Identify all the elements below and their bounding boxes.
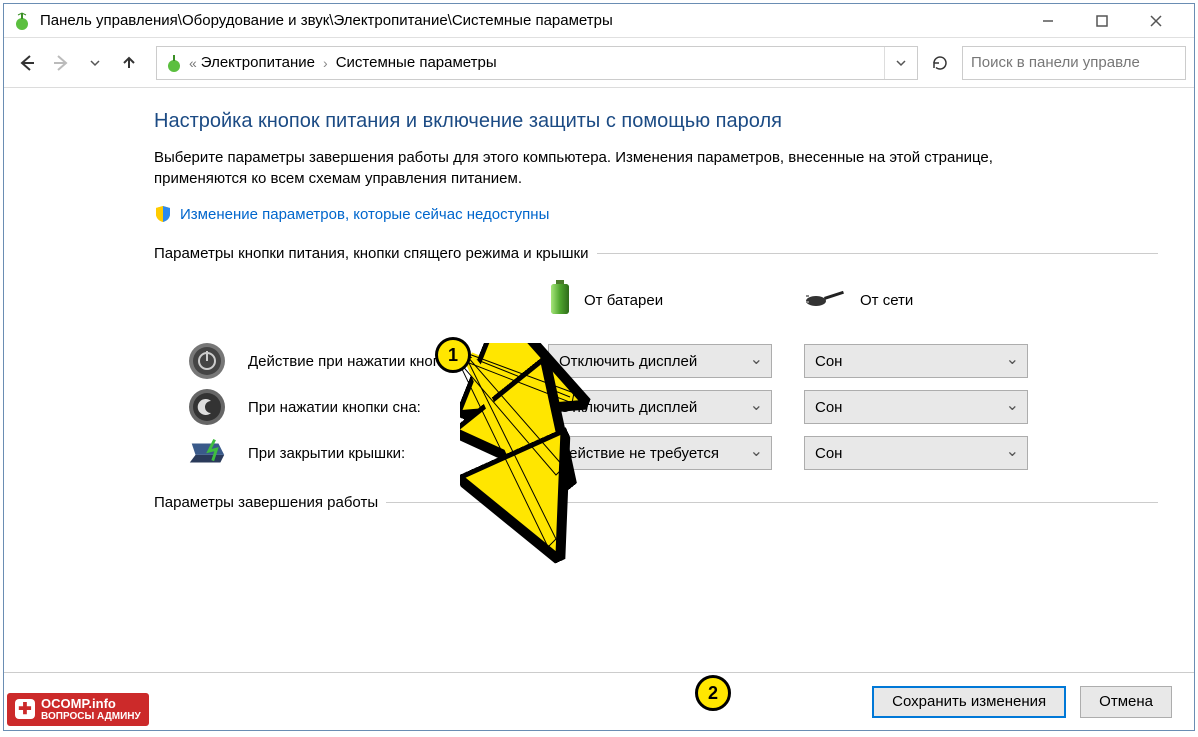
admin-settings-link[interactable]: Изменение параметров, которые сейчас нед…	[154, 205, 1158, 223]
cancel-button[interactable]: Отмена	[1080, 686, 1172, 718]
refresh-button[interactable]	[924, 47, 956, 79]
search-input[interactable]: Поиск в панели управле	[962, 46, 1186, 80]
breadcrumb-item[interactable]: Электропитание	[201, 54, 315, 71]
save-button[interactable]: Сохранить изменения	[872, 686, 1066, 718]
annotation-arrow	[460, 343, 620, 583]
minimize-button[interactable]	[1030, 7, 1066, 35]
maximize-button[interactable]	[1084, 7, 1120, 35]
sleep-ac-combo[interactable]: Сон	[804, 390, 1028, 424]
chevron-right-icon: ›	[315, 55, 336, 71]
page-description: Выберите параметры завершения работы для…	[154, 147, 1074, 189]
power-ac-combo[interactable]: Сон	[804, 344, 1028, 378]
breadcrumb-prev-icon: «	[189, 55, 197, 71]
annotation-badge-2: 2	[695, 675, 731, 711]
history-dropdown[interactable]	[78, 46, 112, 80]
window-title: Панель управления\Оборудование и звук\Эл…	[40, 12, 613, 29]
lid-ac-combo[interactable]: Сон	[804, 436, 1028, 470]
breadcrumb-icon	[163, 52, 185, 74]
admin-link-text: Изменение параметров, которые сейчас нед…	[180, 206, 549, 223]
plus-icon: ✚	[15, 699, 35, 719]
close-button[interactable]	[1138, 7, 1174, 35]
forward-button[interactable]	[44, 46, 78, 80]
section-title: Параметры кнопки питания, кнопки спящего…	[154, 245, 589, 262]
plug-icon	[804, 287, 848, 313]
column-ac: От сети	[804, 287, 1060, 331]
shield-icon	[154, 205, 172, 223]
section-title-2: Параметры завершения работы	[154, 494, 378, 511]
breadcrumb-item[interactable]: Системные параметры	[336, 54, 497, 71]
column-battery: От батареи	[548, 280, 804, 338]
app-icon	[12, 11, 32, 31]
power-button-icon	[186, 340, 228, 382]
battery-icon	[548, 280, 572, 320]
breadcrumb-dropdown[interactable]	[884, 47, 917, 79]
sleep-button-icon	[186, 386, 228, 428]
up-button[interactable]	[112, 46, 146, 80]
watermark: ✚ OCOMP.info ВОПРОСЫ АДМИНУ	[6, 692, 150, 727]
breadcrumb[interactable]: « Электропитание › Системные параметры	[156, 46, 918, 80]
back-button[interactable]	[10, 46, 44, 80]
annotation-badge-1: 1	[435, 337, 471, 373]
lid-close-icon	[186, 432, 228, 474]
page-heading: Настройка кнопок питания и включение защ…	[154, 110, 1158, 133]
